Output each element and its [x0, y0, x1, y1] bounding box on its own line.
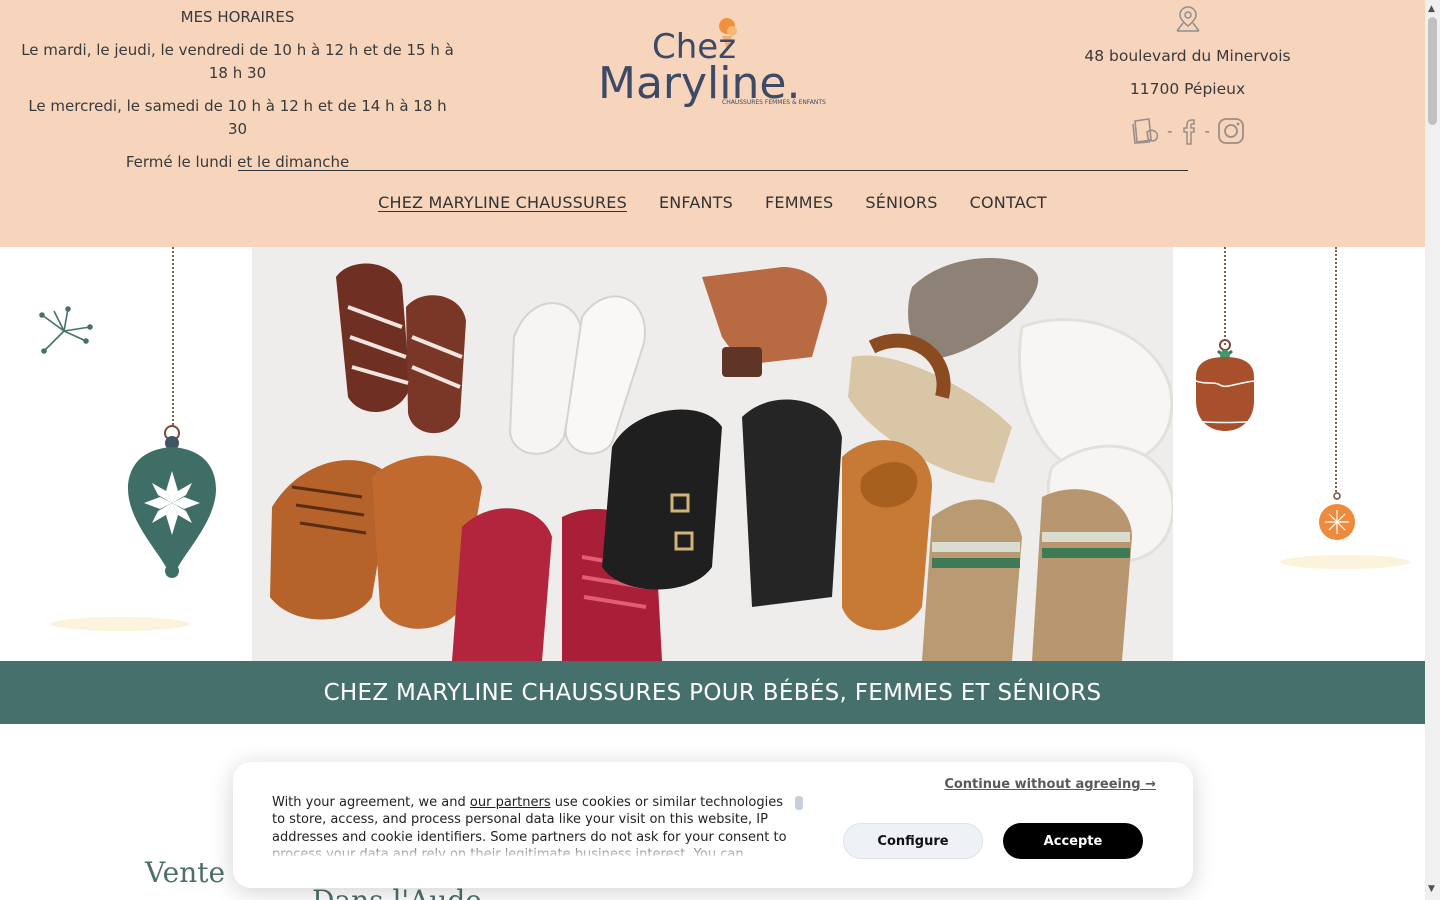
glow-decoration — [50, 617, 190, 631]
nav-item-seniors[interactable]: SÉNIORS — [865, 193, 937, 212]
ornament-string — [172, 247, 174, 425]
cookie-text-scrollbar[interactable] — [795, 796, 803, 810]
continue-without-agreeing-link[interactable]: Continue without agreeing → — [944, 777, 1156, 792]
ornament-string — [1335, 247, 1337, 492]
green-ornament-icon — [128, 425, 216, 578]
address-city: 11700 Pépieux — [1129, 80, 1246, 98]
social-separator: - — [1167, 122, 1173, 140]
location-pin-icon — [1175, 6, 1200, 32]
glow-decoration — [1280, 555, 1410, 569]
opening-hours-line: Le mardi, le jeudi, le vendredi de 10 h … — [21, 41, 454, 82]
shoes-photo — [252, 247, 1173, 661]
page-scrollbar[interactable]: ▲ ▼ — [1425, 0, 1440, 900]
site-header: MES HORAIRES Le mardi, le jeudi, le vend… — [0, 0, 1425, 247]
scrollbar-thumb[interactable] — [1428, 17, 1437, 125]
cookie-text-fade — [263, 840, 803, 860]
partners-link[interactable]: our partners — [470, 795, 551, 810]
hero-section — [0, 247, 1425, 661]
header-divider — [238, 170, 1188, 171]
scroll-down-arrow-icon[interactable]: ▼ — [1428, 884, 1435, 894]
opening-hours: MES HORAIRES Le mardi, le jeudi, le vend… — [20, 6, 455, 184]
opening-hours-title: MES HORAIRES — [180, 8, 295, 26]
scroll-up-arrow-icon[interactable]: ▲ — [1428, 4, 1435, 14]
pagesjaunes-icon[interactable] — [1129, 116, 1161, 146]
snowflake-star-icon — [39, 306, 93, 354]
nav-item-enfants[interactable]: ENFANTS — [659, 193, 733, 212]
site-logo[interactable]: Chez Maryline. CHAUSSURES FEMMES & ENFAN… — [592, 12, 832, 124]
main-nav: CHEZ MARYLINE CHAUSSURES ENFANTS FEMMES … — [0, 193, 1425, 212]
nav-item-femmes[interactable]: FEMMES — [765, 193, 833, 212]
address-street: 48 boulevard du Minervois — [1084, 47, 1291, 65]
social-links: - - — [1040, 116, 1335, 146]
instagram-icon[interactable] — [1216, 116, 1246, 146]
small-ornament-icon — [1319, 492, 1355, 540]
ornament-string — [1224, 247, 1226, 345]
accept-button[interactable]: Accepte — [1003, 823, 1143, 859]
facebook-icon[interactable] — [1179, 116, 1199, 146]
shop-address: 48 boulevard du Minervois 11700 Pépieux … — [1040, 4, 1335, 146]
orange-ornament-icon — [1195, 339, 1255, 431]
banner-title: CHEZ MARYLINE CHAUSSURES POUR BÉBÉS, FEM… — [323, 679, 1102, 706]
section-banner: CHEZ MARYLINE CHAUSSURES POUR BÉBÉS, FEM… — [0, 661, 1425, 724]
cookie-consent-dialog: Continue without agreeing → With your ag… — [233, 762, 1193, 888]
opening-hours-line: Le mercredi, le samedi de 10 h à 12 h et… — [28, 97, 447, 138]
cookie-text-start: With your agreement, we and — [272, 795, 470, 810]
logo-tagline: CHAUSSURES FEMMES & ENFANTS — [722, 99, 826, 106]
social-separator: - — [1204, 122, 1210, 140]
nav-item-home[interactable]: CHEZ MARYLINE CHAUSSURES — [378, 193, 627, 212]
section-heading-word: Vente — [145, 856, 226, 889]
nav-item-contact[interactable]: CONTACT — [970, 193, 1047, 212]
configure-button[interactable]: Configure — [843, 823, 983, 859]
